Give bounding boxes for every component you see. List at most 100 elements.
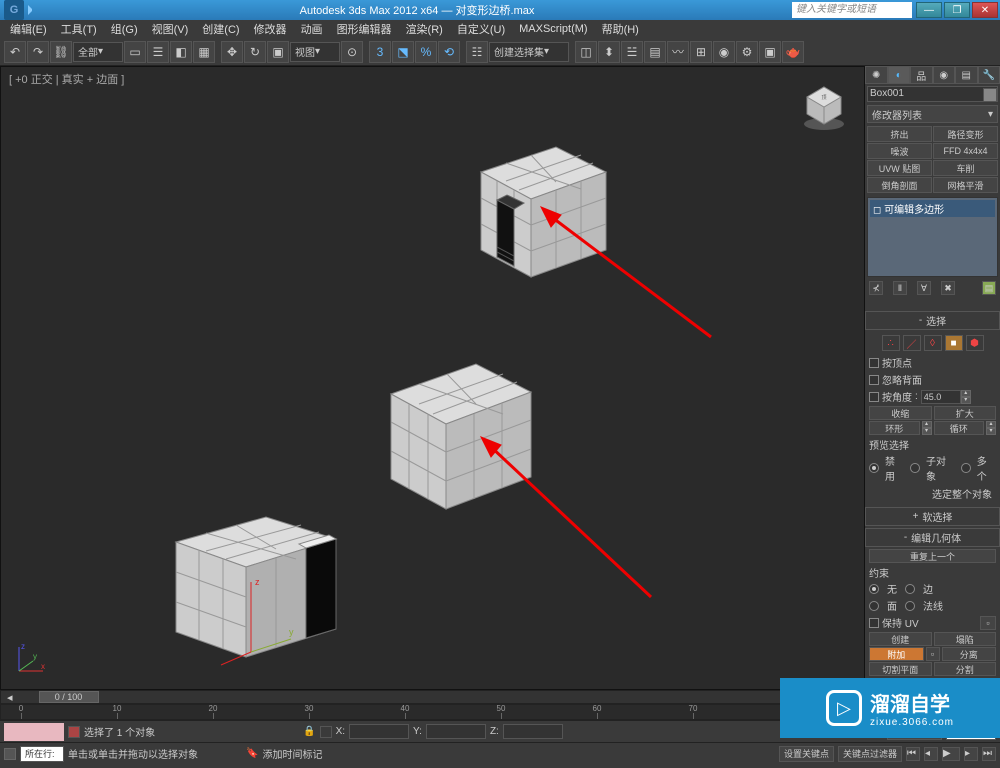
menu-views[interactable]: 视图(V) xyxy=(146,21,195,37)
menu-animation[interactable]: 动画 xyxy=(295,21,329,37)
tab-motion[interactable]: ◉ xyxy=(933,66,956,84)
link-button[interactable]: ⛓ xyxy=(50,41,72,63)
graphite-button[interactable]: ▤ xyxy=(644,41,666,63)
lock-icon[interactable]: 🔒 xyxy=(303,726,315,737)
percent-snap-button[interactable]: % xyxy=(415,41,437,63)
script-rec-icon[interactable] xyxy=(68,726,80,738)
mod-stack-editable-poly[interactable]: ◻ 可编辑多边形 xyxy=(870,200,995,217)
menu-group[interactable]: 组(G) xyxy=(105,21,144,37)
mod-btn-meshsmooth[interactable]: 网格平滑 xyxy=(933,177,998,193)
rollout-softsel-header[interactable]: + 软选择 xyxy=(865,507,1000,526)
tag-icon[interactable]: 🔖 xyxy=(246,748,258,759)
set-key-button[interactable]: 设置关键点 xyxy=(779,746,834,762)
ring-up[interactable]: ▴ xyxy=(922,421,932,428)
goto-end-button[interactable]: ⏭ xyxy=(982,747,996,761)
remove-mod-button[interactable]: ✖ xyxy=(941,281,955,295)
modifier-list-dropdown[interactable]: 修改器列表▾ xyxy=(867,105,998,123)
render-button[interactable]: 🫖 xyxy=(782,41,804,63)
z-coord-field[interactable] xyxy=(503,724,563,739)
attach-list-button[interactable]: ▫ xyxy=(926,647,940,661)
schematic-view-button[interactable]: ⊞ xyxy=(690,41,712,63)
constrain-edge-radio[interactable] xyxy=(905,584,915,594)
key-filters-button[interactable]: 关键点过滤器 xyxy=(838,746,902,762)
menu-create[interactable]: 创建(C) xyxy=(196,21,245,37)
create-button[interactable]: 创建 xyxy=(869,632,932,646)
y-coord-field[interactable] xyxy=(426,724,486,739)
attach-button[interactable]: 附加 xyxy=(869,647,924,661)
tab-display[interactable]: ▤ xyxy=(955,66,978,84)
preview-disable-radio[interactable] xyxy=(869,463,879,473)
subobj-element[interactable]: ⬢ xyxy=(966,335,984,351)
modifier-stack[interactable]: ◻ 可编辑多边形 xyxy=(867,197,998,277)
add-time-tag[interactable]: 添加时间标记 xyxy=(262,746,322,761)
mod-btn-bevel[interactable]: 倒角剖面 xyxy=(867,177,932,193)
menu-help[interactable]: 帮助(H) xyxy=(596,21,645,37)
named-sel-dropdown[interactable]: 创建选择集 ▾ xyxy=(489,42,569,62)
box-bottom[interactable]: z y xyxy=(161,487,361,677)
restore-button[interactable]: ❐ xyxy=(944,2,970,18)
subobj-edge[interactable]: ／ xyxy=(903,335,921,351)
detach-button[interactable]: 分离 xyxy=(942,647,997,661)
select-region-button[interactable]: ◧ xyxy=(170,41,192,63)
spinner-snap-button[interactable]: ⟲ xyxy=(438,41,460,63)
minimize-button[interactable]: — xyxy=(916,2,942,18)
grow-button[interactable]: 扩大 xyxy=(934,406,997,420)
use-pivot-button[interactable]: ⊙ xyxy=(341,41,363,63)
by-vertex-checkbox[interactable] xyxy=(869,358,879,368)
menu-rendering[interactable]: 渲染(R) xyxy=(400,21,449,37)
subobj-border[interactable]: ◊ xyxy=(924,335,942,351)
mod-btn-pathdeform[interactable]: 路径变形 xyxy=(933,126,998,142)
constrain-face-radio[interactable] xyxy=(869,601,879,611)
configure-sets-button[interactable]: ▤ xyxy=(982,281,996,295)
angle-up[interactable]: ▴ xyxy=(961,390,971,397)
loop-button[interactable]: 循环 xyxy=(934,421,985,435)
help-search-input[interactable]: 键入关键字或短语 xyxy=(792,2,912,18)
make-unique-button[interactable]: ∀ xyxy=(917,281,931,295)
menu-graph-editors[interactable]: 图形编辑器 xyxy=(331,21,398,37)
preview-subobj-radio[interactable] xyxy=(910,463,920,473)
mod-btn-ffd[interactable]: FFD 4x4x4 xyxy=(933,143,998,159)
isolate-icon[interactable] xyxy=(320,726,332,738)
location-field[interactable]: 所在行: xyxy=(20,746,64,762)
layers-button[interactable]: ☱ xyxy=(621,41,643,63)
scale-button[interactable]: ▣ xyxy=(267,41,289,63)
loop-down[interactable]: ▾ xyxy=(986,428,996,435)
preserve-uv-checkbox[interactable] xyxy=(869,618,879,628)
repeat-last-button[interactable]: 重复上一个 xyxy=(869,549,996,563)
selection-filter-dropdown[interactable]: 全部 ▾ xyxy=(73,42,123,62)
mirror-button[interactable]: ◫ xyxy=(575,41,597,63)
ring-down[interactable]: ▾ xyxy=(922,428,932,435)
time-slider-handle[interactable]: 0 / 100 xyxy=(39,691,99,703)
collapse-button[interactable]: 塌陷 xyxy=(934,632,997,646)
undo-button[interactable]: ↶ xyxy=(4,41,26,63)
next-frame-button[interactable]: ▸ xyxy=(964,747,978,761)
constrain-none-radio[interactable] xyxy=(869,584,879,594)
select-by-name-button[interactable]: ☰ xyxy=(147,41,169,63)
menu-modifiers[interactable]: 修改器 xyxy=(248,21,293,37)
object-color-swatch[interactable] xyxy=(983,88,997,102)
close-button[interactable]: ✕ xyxy=(972,2,998,18)
manage-sets-button[interactable]: ☷ xyxy=(466,41,488,63)
preserve-uv-settings[interactable]: ▫ xyxy=(980,616,996,630)
curve-editor-button[interactable]: 〰 xyxy=(667,41,689,63)
render-frame-button[interactable]: ▣ xyxy=(759,41,781,63)
menu-tools[interactable]: 工具(T) xyxy=(55,21,103,37)
tab-hierarchy[interactable]: 品 xyxy=(910,66,933,84)
shrink-button[interactable]: 收缩 xyxy=(869,406,932,420)
material-editor-button[interactable]: ◉ xyxy=(713,41,735,63)
play-button[interactable]: ▶ xyxy=(942,747,960,761)
snap-toggle-button[interactable]: 3 xyxy=(369,41,391,63)
window-crossing-button[interactable]: ▦ xyxy=(193,41,215,63)
angle-snap-button[interactable]: ⬔ xyxy=(392,41,414,63)
redo-button[interactable]: ↷ xyxy=(27,41,49,63)
menu-customize[interactable]: 自定义(U) xyxy=(451,21,511,37)
subobj-vertex[interactable]: ∴ xyxy=(882,335,900,351)
menu-maxscript[interactable]: MAXScript(M) xyxy=(513,23,593,35)
align-button[interactable]: ⬍ xyxy=(598,41,620,63)
mod-btn-lathe[interactable]: 车削 xyxy=(933,160,998,176)
prev-frame-button[interactable]: ◂ xyxy=(924,747,938,761)
dropdown-arrow-icon[interactable] xyxy=(28,5,38,15)
rotate-button[interactable]: ↻ xyxy=(244,41,266,63)
tab-create[interactable]: ✺ xyxy=(865,66,888,84)
by-angle-checkbox[interactable] xyxy=(869,392,879,402)
